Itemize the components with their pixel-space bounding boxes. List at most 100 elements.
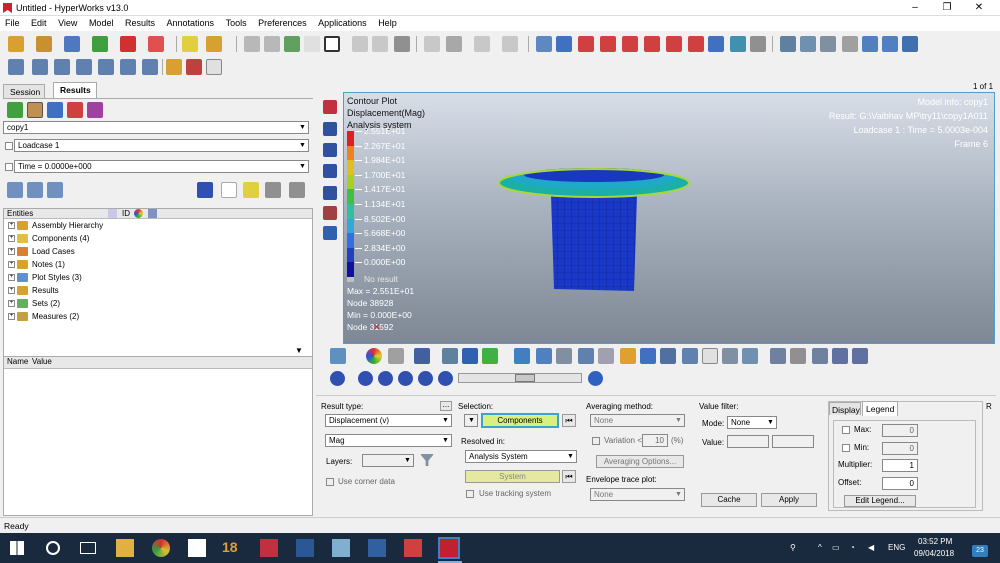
contour-icon[interactable]: [366, 348, 382, 364]
tree-item-notes[interactable]: + Notes (1): [4, 258, 312, 271]
open-session-icon[interactable]: [8, 36, 24, 52]
hotspot-icon[interactable]: [620, 348, 636, 364]
tab-display[interactable]: Display: [829, 402, 861, 415]
copy-icon[interactable]: [446, 36, 462, 52]
file-explorer-icon[interactable]: [116, 539, 134, 557]
save-icon[interactable]: [64, 36, 80, 52]
menu-applications[interactable]: Applications: [313, 16, 371, 28]
envelope-trace-select[interactable]: None ▼: [590, 488, 685, 501]
result-add-icon[interactable]: [67, 102, 83, 118]
variation-input[interactable]: 10: [642, 434, 668, 447]
rewind-icon[interactable]: [378, 371, 393, 386]
center-icon[interactable]: [820, 36, 836, 52]
hyperworks-icon[interactable]: [260, 539, 278, 557]
expand-icon[interactable]: +: [8, 261, 15, 269]
curve-icon[interactable]: [206, 59, 222, 75]
expand-all-icon[interactable]: [7, 182, 23, 198]
time-checkbox[interactable]: [5, 163, 13, 171]
app-icon[interactable]: [188, 539, 206, 557]
tensor-icon[interactable]: [536, 348, 552, 364]
folder-icon[interactable]: [206, 36, 222, 52]
component-select[interactable]: Mag ▼: [325, 434, 452, 447]
view-tool-5-icon[interactable]: [323, 186, 337, 200]
play-icon[interactable]: [398, 371, 413, 386]
tray-chevron-icon[interactable]: ^: [818, 543, 822, 552]
deformed-icon[interactable]: [514, 348, 530, 364]
filter-icon[interactable]: [682, 348, 698, 364]
delete-page-icon[interactable]: [304, 36, 320, 52]
apply-button[interactable]: Apply: [761, 493, 817, 507]
variation-checkbox[interactable]: [592, 437, 600, 445]
curve-chart-icon[interactable]: [660, 348, 676, 364]
first-frame-icon[interactable]: [358, 371, 373, 386]
view-yz-icon[interactable]: [622, 36, 638, 52]
folder-open-icon[interactable]: [166, 59, 182, 75]
pen-icon[interactable]: [598, 348, 614, 364]
client-4-icon[interactable]: [76, 59, 92, 75]
client-1-icon[interactable]: [8, 59, 24, 75]
section-icon[interactable]: [578, 348, 594, 364]
blocks-icon[interactable]: [462, 348, 478, 364]
loadcase-checkbox[interactable]: [5, 142, 13, 150]
document-icon[interactable]: [368, 539, 386, 557]
language-indicator[interactable]: ENG: [888, 543, 905, 552]
system-button[interactable]: System: [465, 470, 560, 483]
result-layer-icon[interactable]: [47, 102, 63, 118]
tab-legend[interactable]: Legend: [862, 401, 898, 416]
window-layout-icon[interactable]: [352, 36, 368, 52]
expand-icon[interactable]: +: [8, 274, 15, 282]
app-18-icon[interactable]: 18: [222, 539, 246, 557]
plus-icon[interactable]: [482, 348, 498, 364]
selection-reset-icon[interactable]: ⏮: [562, 414, 576, 427]
zoom-area-icon[interactable]: [800, 36, 816, 52]
view-arrow-icon[interactable]: [556, 36, 572, 52]
word-icon[interactable]: [296, 539, 314, 557]
expand-icon[interactable]: +: [8, 235, 15, 243]
print-icon[interactable]: [182, 36, 198, 52]
show-eye-icon[interactable]: [265, 182, 281, 198]
export-icon[interactable]: [120, 36, 136, 52]
minimize-button[interactable]: –: [900, 0, 930, 16]
loadcase-select[interactable]: Loadcase 1 ▼: [14, 139, 309, 152]
zoom-icon[interactable]: [536, 36, 552, 52]
cube-icon[interactable]: [414, 348, 430, 364]
ppt-export-icon[interactable]: [148, 36, 164, 52]
time-select[interactable]: Time = 0.0000e+000 ▼: [14, 160, 309, 173]
model-select[interactable]: copy1 ▼: [3, 121, 309, 134]
averaging-options-button[interactable]: Averaging Options...: [596, 455, 684, 468]
mesh-icon[interactable]: [388, 348, 404, 364]
result-type-select[interactable]: Displacement (v) ▼: [325, 414, 452, 427]
battery-icon[interactable]: ▭: [832, 543, 840, 552]
view-tool-2-icon[interactable]: [323, 122, 337, 136]
selection-mode-select[interactable]: ▼: [464, 414, 478, 427]
expand-icon[interactable]: +: [8, 313, 15, 321]
view-yx-icon[interactable]: [688, 36, 704, 52]
page-layout-icon[interactable]: [324, 36, 340, 52]
user-view-icon[interactable]: [730, 36, 746, 52]
capture-icon[interactable]: [394, 36, 410, 52]
vector-icon[interactable]: [556, 348, 572, 364]
pan-horizontal-icon[interactable]: [862, 36, 878, 52]
tree-item-results[interactable]: + Results: [4, 284, 312, 297]
system-reset-icon[interactable]: ⏮: [562, 470, 576, 483]
expand-icon[interactable]: +: [8, 287, 15, 295]
view-xz-icon[interactable]: [600, 36, 616, 52]
expand-icon[interactable]: +: [8, 300, 15, 308]
result-cube-icon[interactable]: [27, 102, 43, 118]
menu-preferences[interactable]: Preferences: [253, 16, 311, 28]
layer-filter-icon[interactable]: [420, 454, 434, 466]
view-zy-icon[interactable]: [666, 36, 682, 52]
clock-time[interactable]: 03:52 PM: [918, 537, 952, 546]
network-icon[interactable]: ◔: [850, 543, 855, 552]
filter-mode-select[interactable]: None ▼: [727, 416, 777, 429]
plot-icon[interactable]: [186, 59, 202, 75]
max-input[interactable]: 0: [882, 424, 918, 437]
overlay-icon[interactable]: [502, 36, 518, 52]
tree-item-measures[interactable]: + Measures (2): [4, 310, 312, 323]
monitor-icon[interactable]: [323, 226, 337, 240]
fast-forward-icon[interactable]: [418, 371, 433, 386]
menu-results[interactable]: Results: [120, 16, 159, 28]
expand-icon[interactable]: +: [8, 222, 15, 230]
last-frame-icon[interactable]: [438, 371, 453, 386]
view-tool-6-icon[interactable]: [323, 206, 337, 220]
